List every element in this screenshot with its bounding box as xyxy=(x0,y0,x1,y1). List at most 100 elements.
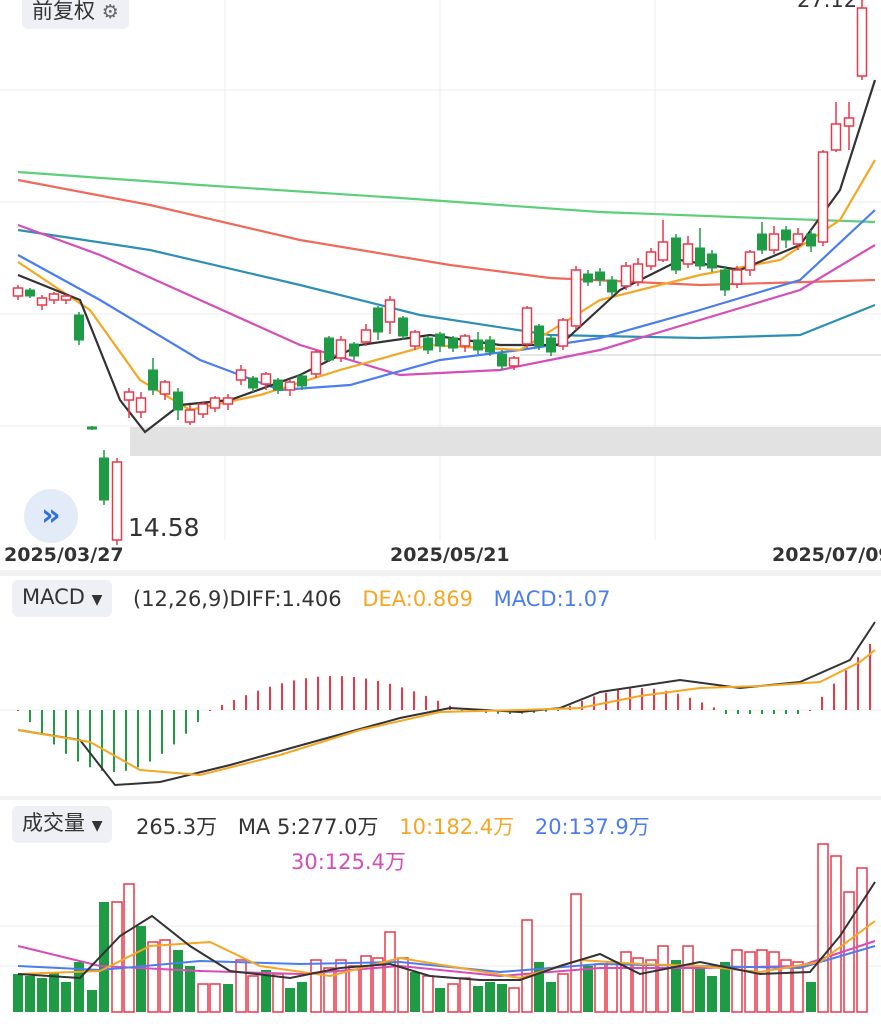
candle-body xyxy=(123,391,135,401)
candle-body xyxy=(373,307,383,333)
candle-body xyxy=(349,343,359,357)
volume-panel[interactable]: 成交量 ▼ 265.3万 MA 5:277.0万 10:182.4万 20:13… xyxy=(0,796,881,1024)
double-chevron-right-icon: » xyxy=(41,498,61,533)
candle-body xyxy=(324,337,334,361)
volume-bar xyxy=(111,901,123,1013)
macd-bar xyxy=(845,670,847,710)
macd-bar xyxy=(701,702,703,710)
candle-body xyxy=(111,461,123,541)
volume-bar xyxy=(297,982,307,1012)
expand-button[interactable]: » xyxy=(24,489,78,543)
volume-bar xyxy=(744,951,756,1013)
candle-body xyxy=(409,331,421,347)
candle-body xyxy=(768,233,780,251)
candle-body xyxy=(435,333,445,347)
volume-bar xyxy=(856,867,868,1013)
volume-bar xyxy=(235,959,247,1013)
candle-body xyxy=(423,337,433,351)
volume-bar xyxy=(546,982,556,1012)
candle-body xyxy=(36,297,48,306)
volume-bar xyxy=(13,974,23,1012)
candle-body xyxy=(707,253,717,269)
volume-bar xyxy=(447,983,459,1013)
macd-bar xyxy=(557,710,559,711)
volume-bar xyxy=(606,961,618,1013)
candle-body xyxy=(497,353,507,367)
candle-body xyxy=(384,299,396,323)
volume-bar xyxy=(49,972,59,1012)
candle-body xyxy=(657,241,669,261)
date-label-mid: 2025/05/21 xyxy=(390,544,510,566)
volume-bar xyxy=(61,982,71,1012)
volume-bar xyxy=(557,973,569,1013)
macd-bar xyxy=(245,695,247,710)
macd-bar xyxy=(389,683,391,710)
candle-body xyxy=(173,391,183,411)
volume-bar xyxy=(756,949,768,1013)
volume-bar xyxy=(459,977,471,1013)
macd-bar xyxy=(773,710,775,714)
candle-body xyxy=(607,279,617,293)
macd-bar xyxy=(629,688,631,710)
candle-body xyxy=(25,289,35,297)
volume-bar xyxy=(310,959,322,1013)
candle-body xyxy=(197,403,209,415)
macd-lines xyxy=(17,621,876,787)
gear-icon[interactable]: ⚙ xyxy=(102,1,119,23)
macd-chart[interactable] xyxy=(0,570,881,796)
candle-body xyxy=(682,243,694,265)
volume-bar xyxy=(209,983,221,1013)
candle-body xyxy=(48,293,60,301)
candle-body xyxy=(74,314,84,341)
macd-bar xyxy=(833,683,835,710)
macd-bar xyxy=(281,683,283,710)
volume-bar xyxy=(485,982,495,1012)
candle-body xyxy=(595,271,605,281)
candle-body xyxy=(159,381,171,395)
candle-body xyxy=(744,251,756,271)
candle-body xyxy=(335,339,347,359)
volume-bar xyxy=(410,972,420,1012)
volume-bar xyxy=(173,950,183,1012)
top-price-label: 27.12 xyxy=(797,0,858,12)
volume-bar xyxy=(830,855,842,1013)
candle-body xyxy=(720,269,730,291)
candle-body xyxy=(260,373,272,385)
candle-body xyxy=(448,337,458,349)
price-chart[interactable] xyxy=(0,0,881,570)
candle-body xyxy=(273,379,283,391)
macd-bar xyxy=(401,687,403,710)
macd-bar xyxy=(53,710,55,745)
macd-bar xyxy=(209,710,211,711)
volume-bar xyxy=(25,976,35,1012)
macd-bar xyxy=(101,710,103,771)
volume-bar xyxy=(285,988,295,1012)
candle-body xyxy=(184,409,196,423)
candle-body xyxy=(148,369,158,391)
volume-bar xyxy=(348,965,360,1013)
candle-body xyxy=(360,329,372,343)
volume-bar xyxy=(473,986,483,1012)
price-panel[interactable]: 前复权 ⚙ 27.12 14.58 » 2025/03/27 2025/05/2… xyxy=(0,0,881,570)
candle-body xyxy=(135,397,147,413)
volume-bar xyxy=(435,988,445,1012)
adjust-selector[interactable]: 前复权 ⚙ xyxy=(22,0,129,29)
volume-chart[interactable] xyxy=(0,796,881,1024)
low-price-label: 14.58 xyxy=(128,513,200,542)
macd-bar xyxy=(437,700,439,710)
macd-panel[interactable]: MACD ▼ (12,26,9)DIFF:1.406 DEA:0.869 MAC… xyxy=(0,570,881,796)
volume-bar xyxy=(594,963,606,1013)
candle-body xyxy=(757,233,767,251)
candle-body xyxy=(87,426,97,430)
volume-bar xyxy=(272,973,284,1013)
candle-body xyxy=(843,117,855,127)
volume-bar xyxy=(87,990,97,1012)
macd-bar xyxy=(821,696,823,710)
macd-bar xyxy=(257,690,259,710)
candle-body xyxy=(235,369,247,381)
macd-bar xyxy=(665,690,667,710)
candle-body xyxy=(459,335,471,347)
volume-bar xyxy=(695,966,705,1012)
candle-body xyxy=(310,351,322,375)
volume-bar xyxy=(632,957,644,1013)
